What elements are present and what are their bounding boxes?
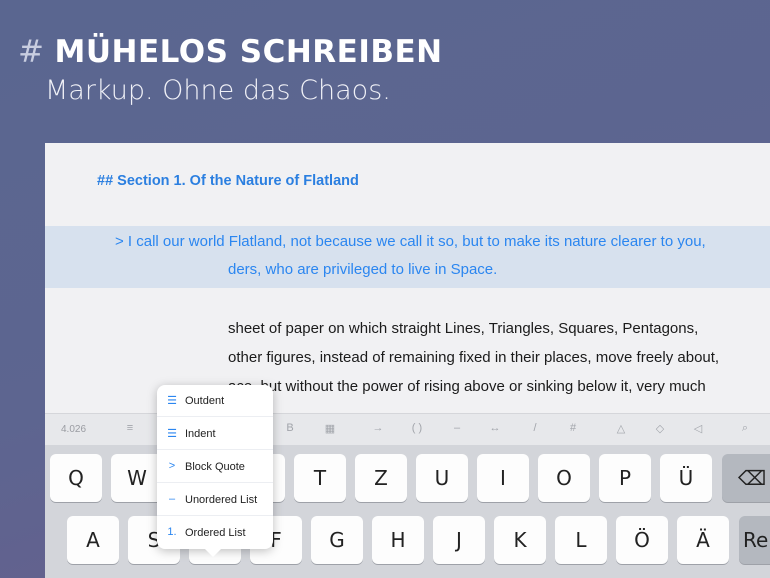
backspace-key[interactable]: ⌫: [722, 454, 770, 502]
body-line-3: ace, but without the power of rising abo…: [228, 378, 706, 395]
menu-item-label: Indent: [185, 428, 216, 440]
body-line-1: sheet of paper on which straight Lines, …: [228, 320, 699, 337]
promo-subtitle: Markup. Ohne das Chaos.: [45, 75, 391, 106]
menu-item-indent[interactable]: ☰ Indent: [157, 418, 273, 450]
markdown-editor[interactable]: ## Section 1. Of the Nature of Flatland …: [45, 143, 770, 413]
key-a-umlaut[interactable]: Ä: [677, 516, 729, 564]
key-o[interactable]: O: [538, 454, 590, 502]
key-k[interactable]: K: [494, 516, 546, 564]
menu-item-label: Block Quote: [185, 461, 245, 473]
table-icon[interactable]: ▦: [320, 422, 340, 435]
key-a[interactable]: A: [67, 516, 119, 564]
key-g[interactable]: G: [311, 516, 363, 564]
unordered-list-icon: –: [168, 493, 176, 505]
key-j[interactable]: J: [433, 516, 485, 564]
key-u-umlaut[interactable]: Ü: [660, 454, 712, 502]
menu-item-label: Outdent: [185, 395, 225, 407]
block-quote-icon: >: [168, 460, 176, 472]
indent-icon: ☰: [167, 428, 177, 440]
double-arrow-icon[interactable]: ↔: [485, 422, 505, 434]
bold-icon[interactable]: B: [280, 422, 300, 434]
menu-item-label: Unordered List: [185, 494, 258, 506]
body-line-2: other figures, instead of remaining fixe…: [228, 349, 720, 366]
menu-item-label: Ordered List: [185, 527, 246, 539]
key-w[interactable]: W: [111, 454, 163, 502]
menu-item-outdent[interactable]: ☰ Outdent: [157, 385, 273, 417]
quote-line-1: > I call our world Flatland, not because…: [115, 233, 706, 250]
promo-title: # MÜHELOS SCHREIBEN: [18, 34, 443, 70]
quote-line-2: ders, who are privileged to live in Spac…: [228, 261, 498, 278]
cursor-left-icon[interactable]: ◇: [650, 422, 670, 435]
section-heading: ## Section 1. Of the Nature of Flatland: [97, 173, 359, 189]
promo-title-text: MÜHELOS SCHREIBEN: [54, 34, 443, 70]
hash-icon: #: [18, 34, 45, 70]
menu-item-block-quote[interactable]: > Block Quote: [157, 451, 273, 483]
dash-icon[interactable]: –: [447, 422, 467, 434]
arrow-icon[interactable]: →: [368, 422, 388, 434]
ipad-screen: ## Section 1. Of the Nature of Flatland …: [45, 143, 770, 578]
key-h[interactable]: H: [372, 516, 424, 564]
key-o-umlaut[interactable]: Ö: [616, 516, 668, 564]
search-icon[interactable]: ⌕: [735, 422, 755, 435]
ordered-list-icon: 1.: [167, 526, 177, 538]
list-format-menu: ☰ Outdent ☰ Indent > Block Quote – Unord…: [157, 385, 273, 557]
slash-icon[interactable]: /: [525, 422, 545, 434]
key-i[interactable]: I: [477, 454, 529, 502]
key-z[interactable]: Z: [355, 454, 407, 502]
outdent-icon: ☰: [167, 395, 177, 407]
key-t[interactable]: T: [294, 454, 346, 502]
key-u[interactable]: U: [416, 454, 468, 502]
backspace-icon: ⌫: [737, 466, 767, 490]
key-p[interactable]: P: [599, 454, 651, 502]
align-left-icon[interactable]: ≡: [120, 422, 140, 434]
return-key[interactable]: Re: [739, 516, 770, 564]
menu-item-unordered-list[interactable]: – Unordered List: [157, 484, 273, 516]
cursor-right-icon[interactable]: ◁: [688, 422, 708, 435]
key-l[interactable]: L: [555, 516, 607, 564]
keyboard: Q W E R T Z U I O P Ü ⌫ A S D F G H J K …: [45, 445, 770, 578]
warning-icon[interactable]: △: [611, 422, 631, 435]
word-count: 4.026: [61, 424, 87, 435]
parentheses-icon[interactable]: ( ): [407, 422, 427, 434]
hash-key-icon[interactable]: #: [563, 422, 583, 434]
menu-item-ordered-list[interactable]: 1. Ordered List: [157, 517, 273, 549]
key-q[interactable]: Q: [50, 454, 102, 502]
markup-toolbar: 4.026 ≡ ≡ ≡ A B ▦ → ( ) – ↔ / # △ ◇ ◁ ⌕: [45, 413, 770, 446]
